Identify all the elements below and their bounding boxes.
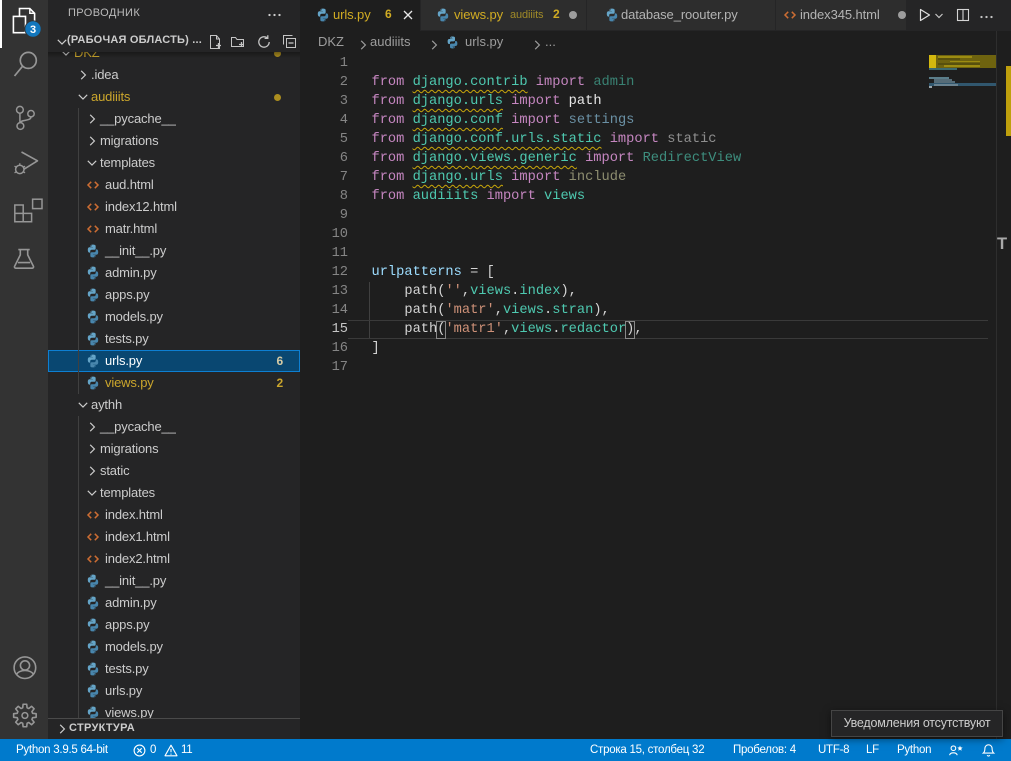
svg-text:3: 3 xyxy=(30,24,36,36)
